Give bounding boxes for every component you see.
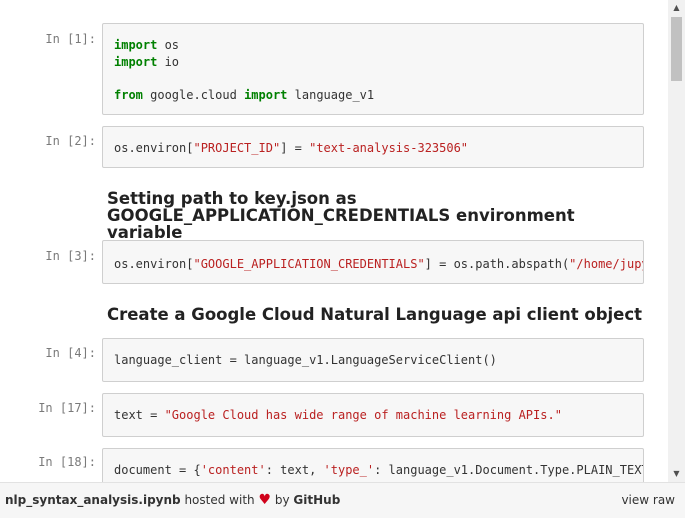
- code-keyword: import: [244, 87, 288, 102]
- code-cell[interactable]: os.environ["PROJECT_ID"] = "text-analysi…: [102, 126, 644, 168]
- code-text: os.environ[: [114, 257, 194, 271]
- code-text: : language_v1.Document.Type.PLAIN_TEXT}: [374, 463, 644, 477]
- code-text: : text,: [265, 463, 324, 477]
- code-keyword: import: [114, 38, 158, 52]
- code-text: language_v1: [287, 87, 375, 102]
- code-text: os: [157, 38, 180, 52]
- gist-footer: nlp_syntax_analysis.ipynb hosted with ♥ …: [0, 482, 685, 518]
- code-text: text =: [114, 408, 165, 422]
- code-content: text = "Google Cloud has wide range of m…: [114, 407, 562, 424]
- code-text: google.cloud: [142, 87, 245, 102]
- code-text: ] =: [280, 141, 310, 155]
- code-content: import os import io from google.cloud im…: [114, 37, 374, 103]
- code-content: os.environ["GOOGLE_APPLICATION_CREDENTIA…: [114, 256, 643, 273]
- cell-prompt: In [3]:: [45, 249, 96, 263]
- code-string: 'content': [200, 463, 266, 477]
- code-keyword: from: [114, 87, 143, 102]
- code-cell[interactable]: language_client = language_v1.LanguageSe…: [102, 338, 644, 382]
- hosted-with-text: hosted with: [184, 493, 255, 507]
- code-text: language_client = language_v1.LanguageSe…: [114, 353, 497, 367]
- code-string: "Google Cloud has wide range of machine …: [164, 408, 562, 422]
- code-content: language_client = language_v1.LanguageSe…: [114, 352, 497, 369]
- gist-filename-link[interactable]: nlp_syntax_analysis.ipynb: [5, 493, 181, 507]
- view-raw-link[interactable]: view raw: [621, 483, 675, 518]
- cell-prompt: In [18]:: [38, 455, 96, 469]
- code-content: os.environ["PROJECT_ID"] = "text-analysi…: [114, 140, 468, 157]
- code-cell[interactable]: text = "Google Cloud has wide range of m…: [102, 393, 644, 437]
- cell-prompt: In [1]:: [45, 32, 96, 46]
- github-link[interactable]: GitHub: [293, 493, 340, 507]
- arrow-up-icon[interactable]: ▲: [668, 0, 685, 16]
- notebook-viewport: In [1]: import os import io from google.…: [0, 0, 668, 482]
- by-text: by: [274, 493, 290, 507]
- scrollbar-thumb[interactable]: [671, 17, 682, 81]
- code-string: "text-analysis-323506": [309, 141, 469, 155]
- cell-prompt: In [2]:: [45, 134, 96, 148]
- code-keyword: import: [114, 54, 158, 69]
- cell-prompt: In [17]:: [38, 401, 96, 415]
- code-string: "PROJECT_ID": [193, 141, 281, 155]
- arrow-down-icon[interactable]: ▼: [668, 466, 685, 482]
- markdown-heading: Create a Google Cloud Natural Language a…: [107, 305, 643, 324]
- heart-icon: ♥: [258, 492, 272, 508]
- code-cell[interactable]: os.environ["GOOGLE_APPLICATION_CREDENTIA…: [102, 240, 644, 284]
- cell-prompt: In [4]:: [45, 346, 96, 360]
- code-content: document = {'content': text, 'type_': la…: [114, 462, 644, 479]
- code-cell[interactable]: document = {'content': text, 'type_': la…: [102, 448, 644, 482]
- vertical-scrollbar[interactable]: ▲ ▼: [668, 0, 685, 482]
- code-text: document = {: [114, 463, 201, 477]
- code-text: ] = os.path.abspath(: [424, 257, 570, 271]
- gist-meta: nlp_syntax_analysis.ipynb hosted with ♥ …: [5, 483, 340, 518]
- code-text: io: [157, 54, 180, 69]
- code-string: "GOOGLE_APPLICATION_CREDENTIALS": [193, 257, 425, 271]
- code-string: "/home/jupyter/key.json": [569, 257, 643, 271]
- code-text: os.environ[: [114, 141, 194, 155]
- code-cell[interactable]: import os import io from google.cloud im…: [102, 23, 644, 115]
- markdown-heading: Setting path to key.json as GOOGLE_APPLI…: [107, 189, 575, 242]
- code-string: 'type_': [323, 463, 375, 477]
